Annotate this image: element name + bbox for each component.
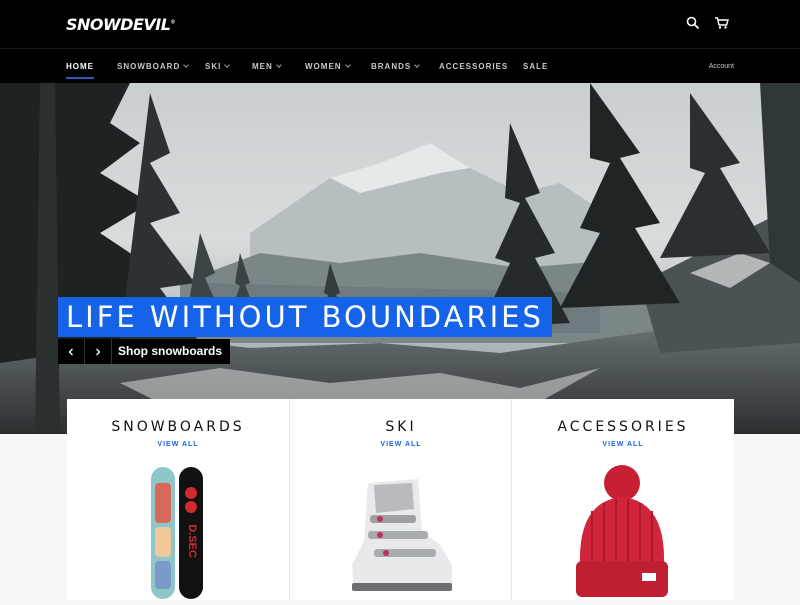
category-card-accessories[interactable]: ACCESSORIES VIEW ALL: [512, 399, 734, 600]
cart-icon[interactable]: [714, 16, 730, 32]
chevron-down-icon: [275, 62, 282, 68]
nav-item-label: Accessories: [439, 62, 509, 71]
nav-item-snowboard[interactable]: Snowboard: [117, 62, 190, 71]
account-link[interactable]: Account: [709, 63, 734, 70]
chevron-left-icon[interactable]: [58, 339, 85, 364]
view-all-link[interactable]: VIEW ALL: [512, 441, 734, 448]
main-nav: Home Snowboard Ski Men Women Brands Acce…: [0, 48, 800, 83]
nav-item-men[interactable]: Men: [252, 62, 282, 71]
nav-item-sale[interactable]: Sale: [523, 62, 548, 71]
nav-item-accessories[interactable]: Accessories: [439, 62, 508, 71]
nav-item-label: Snowboard: [117, 62, 181, 71]
nav-item-label: Home: [66, 62, 94, 71]
nav-item-women[interactable]: Women: [305, 62, 351, 71]
chevron-right-icon[interactable]: [85, 339, 112, 364]
search-icon[interactable]: [686, 16, 702, 32]
nav-item-label: Men: [252, 62, 273, 71]
ski-boot-image[interactable]: [290, 461, 512, 600]
nav-item-ski[interactable]: Ski: [205, 62, 231, 71]
category-title: SNOWBOARDS: [111, 419, 245, 435]
chevron-down-icon: [414, 62, 421, 68]
nav-item-label: Brands: [371, 62, 412, 71]
nav-item-label: Women: [305, 62, 342, 71]
hero-image: [0, 83, 800, 434]
category-title: ACCESSORIES: [557, 419, 689, 435]
nav-item-home[interactable]: Home: [66, 62, 94, 79]
nav-item-label: Ski: [205, 62, 222, 71]
site-header: SNOWDEVIL®: [0, 0, 800, 48]
category-title: SKI: [385, 419, 417, 435]
view-all-link[interactable]: VIEW ALL: [67, 441, 289, 448]
shop-snowboards-button[interactable]: Shop snowboards: [112, 339, 230, 364]
logo[interactable]: SNOWDEVIL®: [66, 15, 175, 34]
chevron-down-icon: [224, 62, 231, 68]
slideshow-controls: Shop snowboards: [58, 339, 231, 364]
nav-item-brands[interactable]: Brands: [371, 62, 421, 71]
category-card-snowboards[interactable]: SNOWBOARDS VIEW ALL D.SEC: [67, 399, 289, 600]
view-all-link[interactable]: VIEW ALL: [290, 441, 512, 448]
chevron-down-icon: [344, 62, 351, 68]
svg-text:D.SEC: D.SEC: [186, 524, 198, 558]
logo-mark: ®: [170, 19, 175, 26]
hero-headline: LIFE WITHOUT BOUNDARIES: [58, 297, 552, 337]
beanie-image[interactable]: [512, 461, 734, 600]
hero-slideshow: LIFE WITHOUT BOUNDARIES Shop snowboards: [0, 83, 800, 434]
snowboard-image[interactable]: D.SEC: [67, 461, 289, 600]
nav-item-label: Sale: [523, 62, 549, 71]
category-card-ski[interactable]: SKI VIEW ALL: [290, 399, 512, 600]
logo-text: SNOWDEVIL: [66, 15, 171, 34]
chevron-down-icon: [183, 62, 190, 68]
